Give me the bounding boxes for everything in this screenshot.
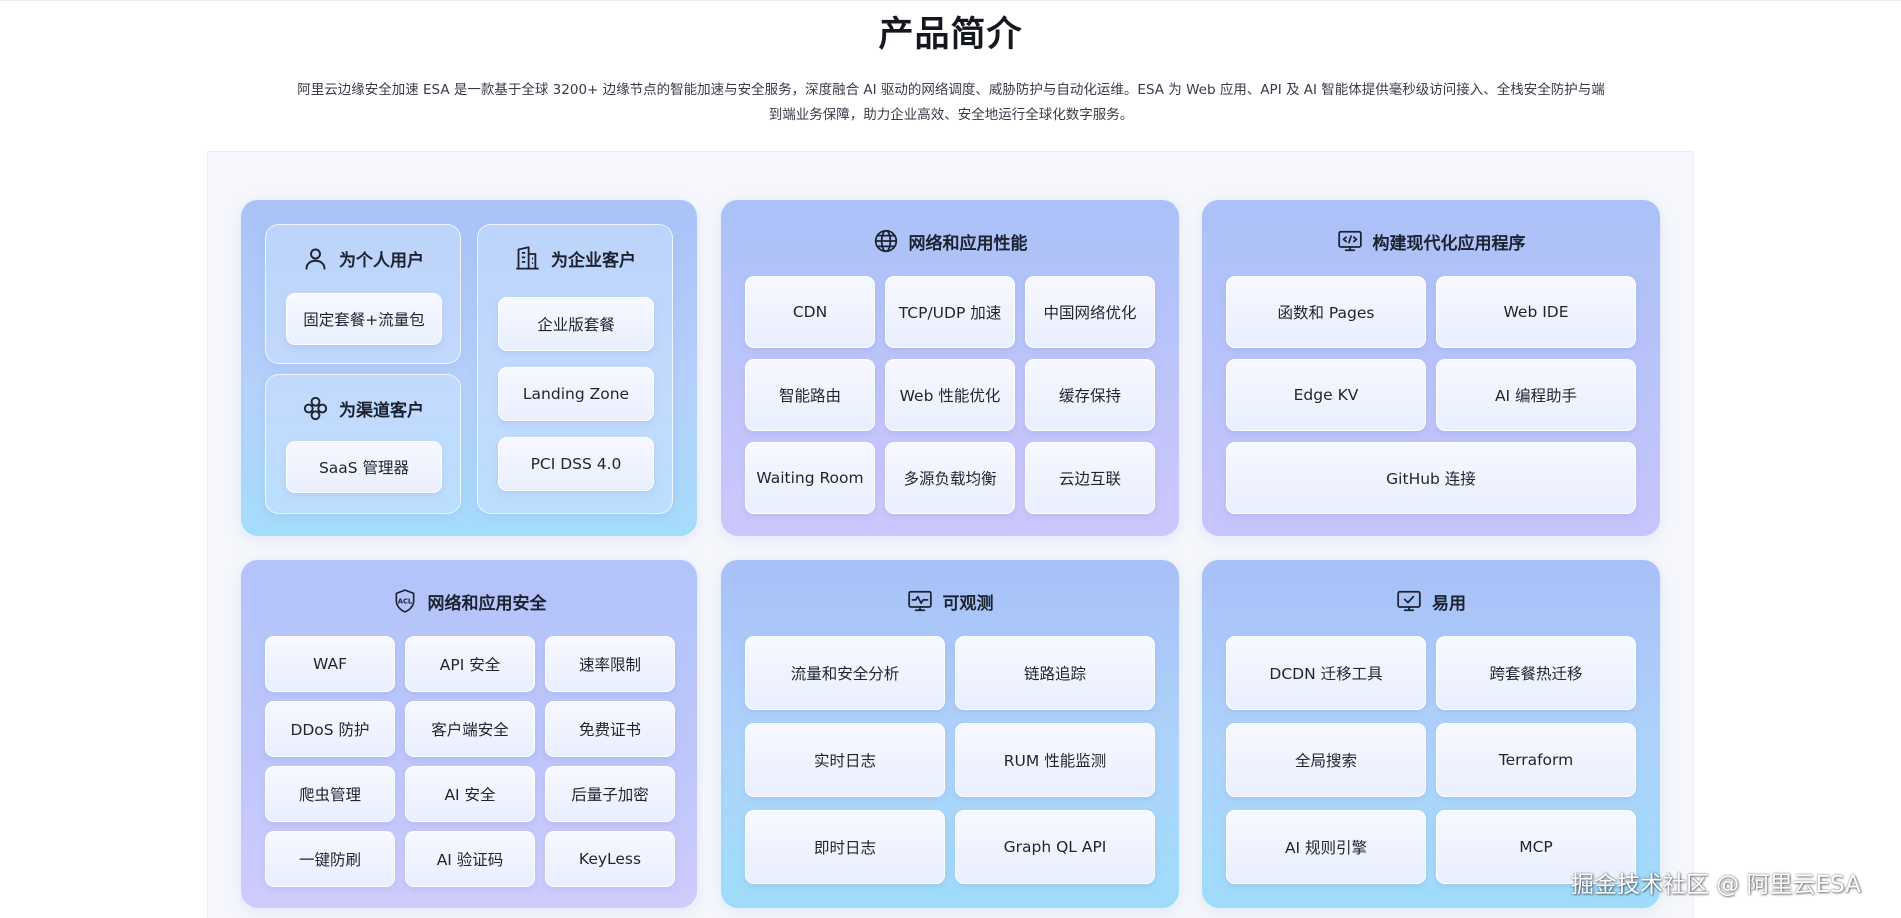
globe-icon: [874, 229, 897, 253]
sec-item-bot[interactable]: 爬虫管理: [265, 766, 395, 822]
page: 产品简介 阿里云边缘安全加速 ESA 是一款基于全球 3200+ 边缘节点的智能…: [0, 0, 1901, 918]
perf-item-cache-keep[interactable]: 缓存保持: [1025, 359, 1155, 431]
personal-user-heading: 为个人用户: [266, 243, 460, 273]
user-icon: [305, 248, 326, 270]
sec-item-free-cert[interactable]: 免费证书: [545, 701, 675, 757]
building-icon: [516, 245, 539, 270]
obs-item-tracing[interactable]: 链路追踪: [955, 636, 1155, 710]
enterprise-item-plan[interactable]: 企业版套餐: [498, 297, 654, 351]
usability-heading: 易用: [1202, 586, 1660, 616]
security-heading: ACL 网络和应用安全: [241, 586, 697, 616]
perf-item-cdn[interactable]: CDN: [745, 276, 875, 348]
modern-apps-heading: 构建现代化应用程序: [1202, 226, 1660, 256]
sec-item-pq-crypto[interactable]: 后量子加密: [545, 766, 675, 822]
perf-item-china-network[interactable]: 中国网络优化: [1025, 276, 1155, 348]
security-card: ACL 网络和应用安全 WAF API 安全 速率限制 DDoS 防护 客户端安…: [240, 559, 698, 909]
sec-item-rate-limit[interactable]: 速率限制: [545, 636, 675, 692]
product-intro: 阿里云边缘安全加速 ESA 是一款基于全球 3200+ 边缘节点的智能加速与安全…: [297, 82, 1605, 123]
use-item-terraform[interactable]: Terraform: [1436, 723, 1636, 797]
enterprise-item-pci-dss[interactable]: PCI DSS 4.0: [498, 437, 654, 491]
app-item-web-ide[interactable]: Web IDE: [1436, 276, 1636, 348]
obs-item-rum[interactable]: RUM 性能监测: [955, 723, 1155, 797]
performance-heading: 网络和应用性能: [721, 226, 1179, 256]
sec-item-ddos[interactable]: DDoS 防护: [265, 701, 395, 757]
perf-item-cloud-edge[interactable]: 云边互联: [1025, 442, 1155, 514]
obs-item-traffic-analysis[interactable]: 流量和安全分析: [745, 636, 945, 710]
usability-card: 易用 DCDN 迁移工具 跨套餐热迁移 全局搜索 Terraform AI 规则…: [1201, 559, 1661, 909]
use-item-hot-migration[interactable]: 跨套餐热迁移: [1436, 636, 1636, 710]
sec-item-keyless[interactable]: KeyLess: [545, 831, 675, 887]
perf-item-tcp-udp[interactable]: TCP/UDP 加速: [885, 276, 1015, 348]
code-window-icon: [1337, 230, 1362, 252]
personal-user-panel: 为个人用户 固定套餐+流量包: [265, 224, 461, 364]
modern-apps-card: 构建现代化应用程序 函数和 Pages Web IDE Edge KV AI 编…: [1201, 199, 1661, 537]
watermark: 掘金技术社区 @ 阿里云ESA: [1571, 872, 1861, 898]
use-item-global-search[interactable]: 全局搜索: [1226, 723, 1426, 797]
app-item-edge-kv[interactable]: Edge KV: [1226, 359, 1426, 431]
monitor-pulse-icon: [907, 590, 932, 612]
obs-item-graphql[interactable]: Graph QL API: [955, 810, 1155, 884]
observability-card: 可观测 流量和安全分析 链路追踪 实时日志 RUM 性能监测 即时日志 Grap…: [720, 559, 1180, 909]
product-map: 为个人用户 固定套餐+流量包 为渠道客户 SaaS 管理器 为企业客户 企业版套…: [207, 151, 1694, 918]
obs-item-instant-log[interactable]: 即时日志: [745, 810, 945, 884]
channel-icon: [303, 396, 328, 420]
page-title: 产品简介: [878, 15, 1023, 55]
app-item-ai-coding[interactable]: AI 编程助手: [1436, 359, 1636, 431]
use-item-ai-rules[interactable]: AI 规则引擎: [1226, 810, 1426, 884]
sec-item-ai-captcha[interactable]: AI 验证码: [405, 831, 535, 887]
top-divider: [0, 0, 1901, 1]
enterprise-customer-heading: 为企业客户: [478, 243, 672, 273]
sec-item-api[interactable]: API 安全: [405, 636, 535, 692]
sec-item-waf[interactable]: WAF: [265, 636, 395, 692]
channel-customer-panel: 为渠道客户 SaaS 管理器: [265, 374, 461, 514]
use-item-dcdn-migration[interactable]: DCDN 迁移工具: [1226, 636, 1426, 710]
app-item-functions-pages[interactable]: 函数和 Pages: [1226, 276, 1426, 348]
customer-segments-card: 为个人用户 固定套餐+流量包 为渠道客户 SaaS 管理器 为企业客户 企业版套…: [240, 199, 698, 537]
personal-item-fixed-plan[interactable]: 固定套餐+流量包: [286, 293, 442, 345]
observability-heading: 可观测: [721, 586, 1179, 616]
sec-item-anti-fraud[interactable]: 一键防刷: [265, 831, 395, 887]
svg-text:ACL: ACL: [397, 598, 412, 606]
acl-shield-icon: ACL: [395, 589, 414, 613]
sec-item-client[interactable]: 客户端安全: [405, 701, 535, 757]
enterprise-item-landing-zone[interactable]: Landing Zone: [498, 367, 654, 421]
channel-customer-heading: 为渠道客户: [266, 393, 460, 423]
app-item-github[interactable]: GitHub 连接: [1226, 442, 1636, 514]
perf-item-load-balancing[interactable]: 多源负载均衡: [885, 442, 1015, 514]
obs-item-realtime-log[interactable]: 实时日志: [745, 723, 945, 797]
enterprise-customer-panel: 为企业客户 企业版套餐 Landing Zone PCI DSS 4.0: [477, 224, 673, 514]
channel-item-saas-manager[interactable]: SaaS 管理器: [286, 441, 442, 493]
perf-item-smart-routing[interactable]: 智能路由: [745, 359, 875, 431]
monitor-check-icon: [1397, 590, 1421, 612]
perf-item-waiting-room[interactable]: Waiting Room: [745, 442, 875, 514]
perf-item-web-perf[interactable]: Web 性能优化: [885, 359, 1015, 431]
performance-card: 网络和应用性能 CDN TCP/UDP 加速 中国网络优化 智能路由 Web 性…: [720, 199, 1180, 537]
sec-item-ai-security[interactable]: AI 安全: [405, 766, 535, 822]
